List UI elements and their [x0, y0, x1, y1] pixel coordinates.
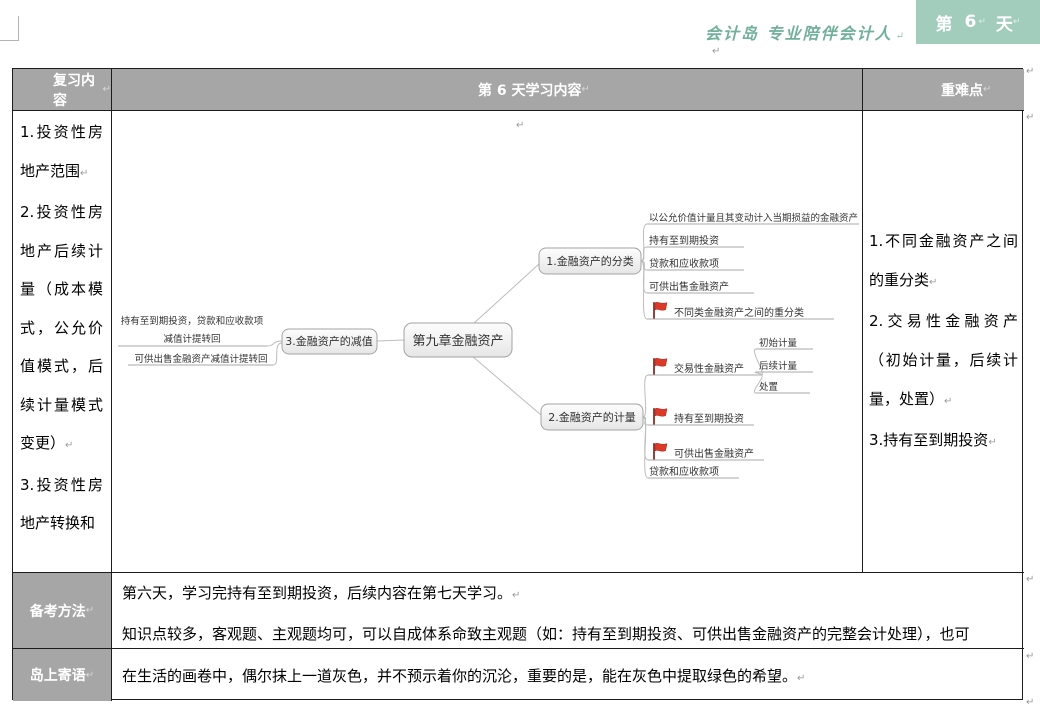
prep-method-label: 备考方法 [29, 603, 86, 620]
paragraph-mark: ↵ [983, 84, 992, 95]
mindmap-topic: 可供出售金融资产 [649, 280, 729, 293]
paragraph-mark: ↵ [85, 669, 95, 681]
mindmap-branch-measurement: 2.金融资产的计量 [540, 403, 644, 431]
mindmap-topic: 持有至到期投资 [649, 234, 719, 247]
header-review-content: 复习内容 ↵ [13, 69, 112, 111]
prep-paragraph: 第六天，学习完持有至到期投资，后续内容在第七天学习。↵ [122, 584, 521, 602]
brand-label: 会计岛 专业陪伴会计人 [705, 24, 893, 43]
header-key-points: 重难点 ↵ [863, 69, 1024, 111]
header-study-label: 第 6 天学习内容 [478, 82, 582, 99]
paragraph-mark: ↵ [65, 440, 74, 451]
review-paragraph: 2.投资性房地产后续计量（成本模式，公允价值模式，后续计量模式变更）↵ [20, 203, 103, 452]
branch-classification-label: 1.金融资产的分类 [546, 254, 634, 268]
paragraph-mark: ↵ [1026, 66, 1035, 77]
paragraph-mark: ↵ [1026, 574, 1035, 585]
mindmap-root-label: 第九章金融资产 [412, 333, 503, 349]
paragraph-mark: ↵ [1012, 17, 1021, 27]
mindmap-topic: 减值计提转回 [163, 333, 220, 345]
flag-icon [653, 407, 668, 425]
mindmap-topic: 持有至到期投资 [674, 412, 744, 425]
mindmap-branch-impairment: 3.金融资产的减值 [281, 328, 378, 355]
paragraph-mark: ↵ [1026, 112, 1035, 123]
mindmap-topic: 不同类金融资产之间的重分类 [674, 306, 804, 319]
mindmap-image: 第九章金融资产 1.金融资产的分类 2.金融资产的计量 3.金融资产的减值 以公… [118, 212, 859, 479]
paragraph-mark: ↵ [581, 84, 590, 95]
mindmap-topic: 可供出售金融资产减值计提转回 [134, 353, 267, 365]
header-key-points-label: 重难点 [941, 82, 983, 99]
flag-icon [653, 357, 668, 375]
paragraph-mark: ↵ [978, 17, 986, 27]
day-number: 6 [964, 12, 977, 32]
mindmap-topic: 处置 [759, 381, 778, 393]
mindmap-cell: ↵ 第九章金融资产 1.金融资产的分类 2.金融资产的计量 3.金融资产的减值 … [112, 111, 863, 573]
paragraph-mark: ↵ [512, 590, 521, 601]
mindmap-topic: 贷款和应收款项 [649, 465, 719, 478]
document-page: 会计岛 专业陪伴会计人 ↵ ↵ 第 6 ↵ 天 ↵ 复习内容 ↵ 第 6 天学习内容… [0, 0, 1040, 713]
paragraph-mark: ↵ [102, 84, 111, 95]
flag-icon [653, 301, 668, 319]
paragraph-mark: ↵ [944, 395, 953, 407]
review-paragraph: 3.投资性房地产转换和 [20, 475, 103, 533]
paragraph-mark: ↵ [929, 276, 938, 288]
paragraph-mark: ↵ [1026, 697, 1035, 708]
mindmap-topic: 可供出售金融资产 [674, 447, 754, 460]
prep-method-content-cell: 第六天，学习完持有至到期投资，后续内容在第七天学习。↵ 知识点较多，客观题、主观… [112, 573, 1024, 649]
paragraph-mark: ↵ [80, 167, 89, 179]
island-message-text: 在生活的画卷中，偶尔抹上一道灰色，并不预示着你的沉沦，重要的是，能在灰色中提取绿… [122, 666, 806, 685]
paragraph-mark: ↵ [895, 31, 904, 42]
brand-text: 会计岛 专业陪伴会计人 ↵ [705, 20, 904, 44]
mindmap-topic: 初始计量 [759, 337, 798, 349]
branch-impairment-label: 3.金融资产的减值 [285, 334, 373, 348]
island-message-label: 岛上寄语 [29, 668, 86, 684]
key-point-paragraph: 2.交易性金融资产（初始计量，后续计量，处置）↵ [869, 311, 1018, 408]
prep-paragraph: 知识点较多，客观题、主观题均可，可以自成体系命致主观题（如：持有至到期投资、可供… [122, 625, 970, 643]
island-message-label-cell: 岛上寄语 ↵ [13, 649, 112, 701]
mindmap-topic: 持有至到期投资，贷款和应收款项 [121, 315, 264, 327]
branch-measurement-label: 2.金融资产的计量 [548, 410, 636, 424]
mindmap-topic: 以公允价值计量且其变动计入当期损益的金融资产 [649, 212, 858, 224]
mindmap-topic: 交易性金融资产 [674, 362, 744, 375]
paragraph-mark: ↵ [712, 46, 721, 57]
review-paragraph: 1.投资性房地产范围↵ [20, 123, 103, 180]
key-point-paragraph: 3.持有至到期投资↵ [869, 430, 997, 449]
paragraph-mark: ↵ [797, 672, 806, 684]
day-badge-suffix: 天 [995, 14, 1013, 35]
mindmap-root-node: 第九章金融资产 [403, 322, 513, 358]
paragraph-mark: ↵ [988, 436, 997, 448]
key-point-paragraph: 1.不同金融资产之间的重分类↵ [869, 231, 1018, 289]
mindmap-branch-classification: 1.金融资产的分类 [538, 247, 642, 275]
prep-method-label-cell: 备考方法 ↵ [13, 573, 112, 649]
paragraph-mark: ↵ [1026, 651, 1035, 662]
paragraph-mark: ↵ [85, 605, 95, 616]
page-margin-corner-mark [0, 16, 19, 41]
key-points-cell: 1.不同金融资产之间的重分类↵ 2.交易性金融资产（初始计量，后续计量，处置）↵… [863, 111, 1024, 573]
header-study-content: 第 6 天学习内容 ↵ [112, 69, 863, 111]
day-badge-prefix: 第 [935, 14, 953, 35]
study-plan-table: 复习内容 ↵ 第 6 天学习内容 ↵ 重难点 ↵ 1.投资性房地产范围↵ 2.投资性房… [12, 68, 1024, 701]
island-message-content-cell: 在生活的画卷中，偶尔抹上一道灰色，并不预示着你的沉沦，重要的是，能在灰色中提取绿… [112, 649, 1024, 701]
review-content-cell: 1.投资性房地产范围↵ 2.投资性房地产后续计量（成本模式，公允价值模式，后续计… [13, 111, 112, 573]
mindmap-topic: 贷款和应收款项 [649, 257, 719, 270]
mindmap-topic: 后续计量 [759, 360, 798, 372]
header-review-label: 复习内容 [53, 72, 95, 109]
day-badge: 第 6 ↵ 天 ↵ [916, 0, 1040, 44]
flag-icon [653, 442, 668, 460]
